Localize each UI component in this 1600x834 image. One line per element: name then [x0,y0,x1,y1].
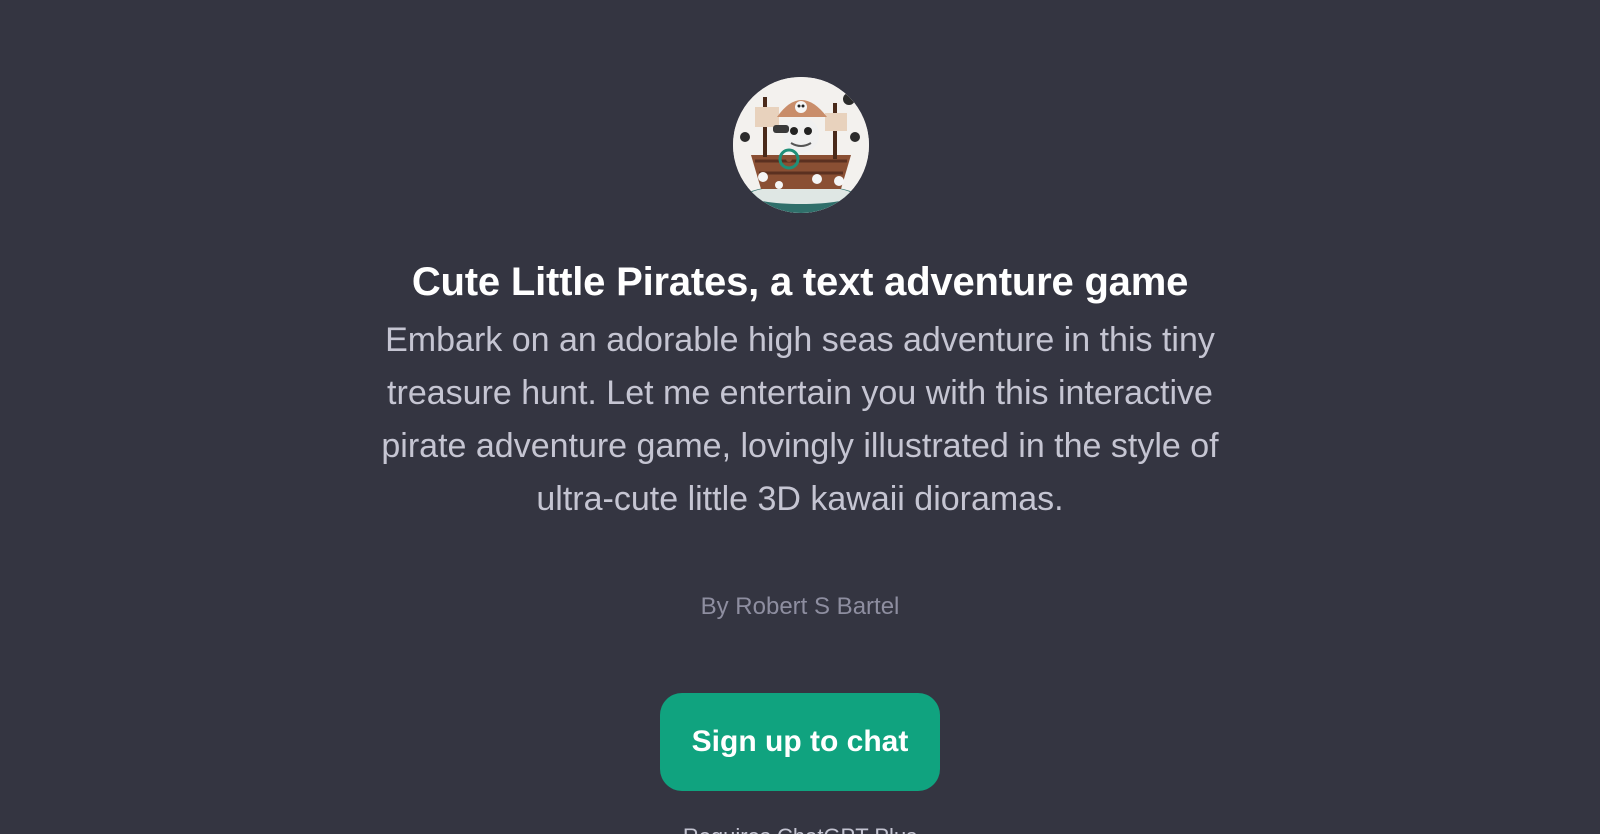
gpt-avatar [733,77,869,213]
gpt-author: By Robert S Bartel [700,593,900,620]
sign-up-to-chat-button[interactable]: Sign up to chat [660,693,940,791]
pirate-ship-diorama-icon [733,77,869,213]
gpt-description: Embark on an adorable high seas adventur… [381,321,1219,518]
requires-plus-note: Requires ChatGPT Plus [0,822,1600,834]
gpt-landing-page: Cute Little Pirates, a text adventure ga… [0,0,1600,834]
gpt-title: Cute Little Pirates, a text adventure ga… [411,260,1189,304]
